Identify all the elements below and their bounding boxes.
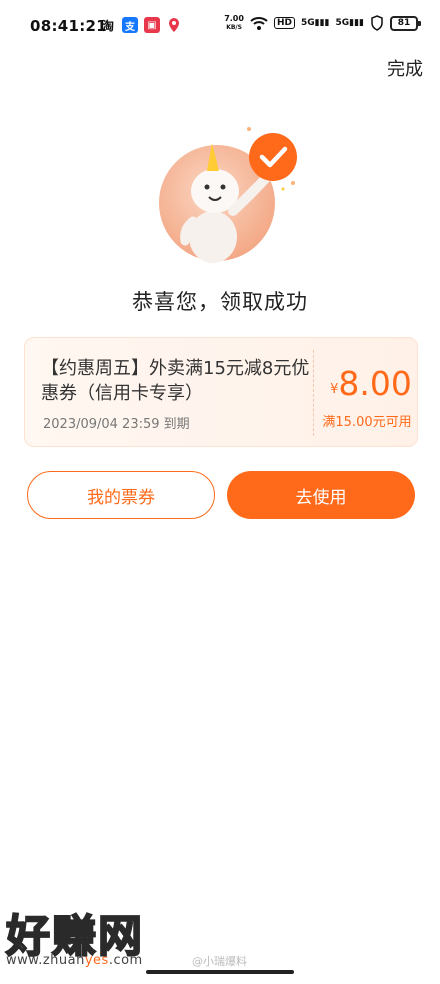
signal-label-2: 5G (335, 18, 350, 28)
alipay-icon: 支 (122, 17, 138, 33)
map-pin-icon (166, 17, 182, 33)
watermark-url: www.zhuanyes.com (6, 953, 143, 968)
coupon-divider (313, 350, 314, 436)
home-indicator[interactable] (146, 970, 294, 974)
status-bar: 08:41:21 淘 支 ▣ 7.00 KB/S HD 5G▮▮▮ 5G▮▮▮ … (0, 0, 440, 52)
success-mascot-illustration (159, 127, 297, 263)
coupon-title: 【约惠周五】外卖满15元减8元优惠券（信用卡专享） (41, 358, 310, 404)
coupon-amount: ¥8.00 (323, 364, 419, 403)
wifi-icon (250, 17, 268, 30)
shield-icon (371, 15, 383, 31)
coupon-value: 8.00 (338, 364, 412, 403)
hd-badge: HD (273, 17, 295, 29)
watermark-url-highlight: yes (84, 953, 109, 968)
status-time: 08:41:21 (30, 17, 108, 35)
coupon-expiry: 2023/09/04 23:59 到期 (43, 417, 190, 432)
my-tickets-button[interactable]: 我的票券 (27, 471, 215, 519)
watermark-url-prefix: www.zhuan (6, 953, 85, 968)
taobao-icon: 淘 (101, 18, 114, 33)
battery-indicator: 81 (390, 15, 421, 31)
weibo-watermark: @小瑞爆料 (192, 955, 247, 968)
app-icon: ▣ (144, 17, 160, 33)
use-now-button[interactable]: 去使用 (227, 471, 415, 519)
signal-5g-1: 5G▮▮▮ (300, 18, 330, 28)
watermark-url-suffix: .com (108, 953, 143, 968)
check-badge-icon (249, 133, 297, 181)
net-speed-unit: KB/S (226, 24, 242, 31)
done-button[interactable]: 完成 (387, 55, 423, 81)
net-speed-value: 7.00 (224, 14, 244, 23)
coupon-condition: 满15.00元可用 (322, 415, 412, 430)
coupon-card[interactable]: 【约惠周五】外卖满15元减8元优惠券（信用卡专享） 2023/09/04 23:… (24, 337, 418, 447)
signal-label-1: 5G (300, 18, 315, 28)
success-message: 恭喜您，领取成功 (132, 290, 308, 314)
signal-5g-2: 5G▮▮▮ (335, 18, 364, 28)
status-app-icons: 淘 支 ▣ (100, 17, 182, 33)
status-indicators: 7.00 KB/S HD 5G▮▮▮ 5G▮▮▮ 81 (224, 14, 421, 32)
network-speed: 7.00 KB/S (224, 14, 244, 32)
